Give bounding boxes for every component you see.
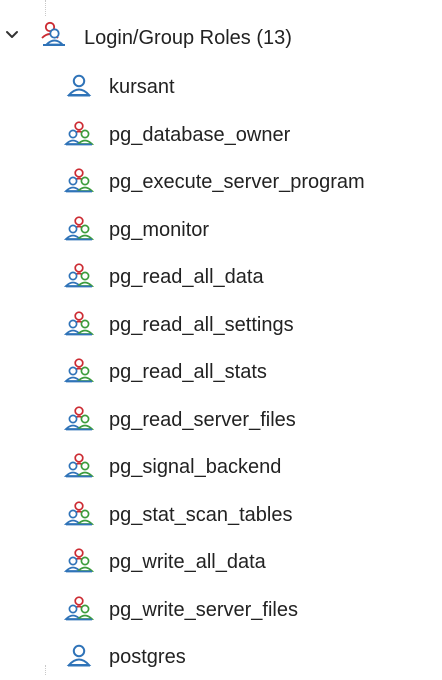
- tree-node-role[interactable]: pg_signal_backend: [0, 446, 442, 490]
- login-role-icon: [66, 644, 92, 667]
- chevron-down-icon[interactable]: [4, 27, 20, 43]
- role-label: pg_write_server_files: [109, 598, 298, 621]
- tree-node-role[interactable]: pg_read_all_data: [0, 256, 442, 300]
- tree-guide-line: [45, 0, 47, 16]
- group-role-icon: [63, 358, 95, 383]
- role-label: pg_read_server_files: [109, 408, 296, 431]
- group-role-icon: [63, 263, 95, 288]
- tree-node-role[interactable]: pg_read_server_files: [0, 399, 442, 443]
- tree-node-login-group-roles[interactable]: Login/Group Roles (13): [0, 17, 442, 59]
- tree-node-role[interactable]: kursant: [0, 66, 442, 110]
- group-roles-label: Login/Group Roles (13): [84, 27, 292, 49]
- group-role-icon: [63, 548, 95, 573]
- tree-node-role[interactable]: pg_database_owner: [0, 114, 442, 158]
- tree-node-role[interactable]: pg_read_all_settings: [0, 304, 442, 348]
- role-label: pg_read_all_stats: [109, 361, 267, 383]
- tree-guide-line: [45, 665, 47, 675]
- group-role-icon: [63, 405, 95, 430]
- tree-node-role[interactable]: postgres: [0, 636, 442, 680]
- role-label: pg_signal_backend: [109, 456, 282, 478]
- group-role-icon: [63, 310, 95, 335]
- role-label: pg_database_owner: [109, 123, 291, 146]
- login-role-icon: [66, 74, 92, 97]
- group-role-icon: [63, 500, 95, 525]
- group-role-icon: [63, 595, 95, 620]
- tree-node-role[interactable]: pg_read_all_stats: [0, 351, 442, 395]
- group-roles-icon: [41, 21, 65, 46]
- role-label: pg_write_all_data: [109, 551, 266, 573]
- role-label: pg_stat_scan_tables: [109, 503, 293, 526]
- group-role-icon: [63, 215, 95, 240]
- group-role-icon: [63, 168, 95, 193]
- group-role-icon: [63, 453, 95, 478]
- role-label: pg_read_all_data: [109, 266, 264, 288]
- role-label: postgres: [109, 646, 186, 668]
- tree-node-role[interactable]: pg_monitor: [0, 209, 442, 253]
- role-label: pg_read_all_settings: [109, 313, 294, 336]
- tree-node-role[interactable]: pg_stat_scan_tables: [0, 494, 442, 538]
- object-browser-tree: Login/Group Roles (13) kursant pg_databas…: [0, 0, 442, 675]
- tree-node-role[interactable]: pg_execute_server_program: [0, 161, 442, 205]
- group-role-icon: [63, 120, 95, 145]
- tree-node-role[interactable]: pg_write_all_data: [0, 541, 442, 585]
- tree-node-role[interactable]: pg_write_server_files: [0, 589, 442, 633]
- role-label: pg_monitor: [109, 218, 210, 241]
- role-label: pg_execute_server_program: [109, 171, 365, 193]
- role-label: kursant: [109, 76, 175, 98]
